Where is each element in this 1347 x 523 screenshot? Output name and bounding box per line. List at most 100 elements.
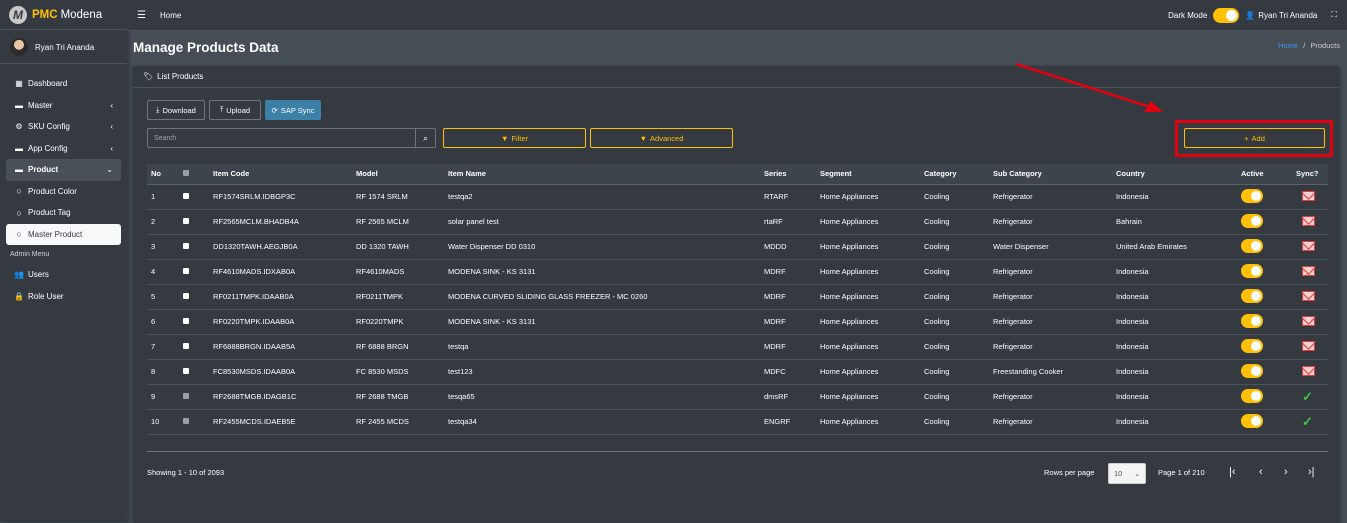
table-row[interactable]: 9 RF2688TMGB.IDAGB1C RF 2688 TMGB tesqa65 dm… (147, 384, 1328, 410)
col-segment[interactable]: Segment (816, 164, 920, 185)
cell-sync[interactable] (1292, 259, 1328, 285)
cell-active[interactable] (1237, 334, 1292, 360)
prev-page-icon[interactable]: ‹ (1259, 466, 1263, 478)
active-toggle[interactable] (1241, 313, 1263, 328)
row-checkbox[interactable] (183, 293, 189, 299)
cell-sync[interactable]: ✓ (1292, 384, 1328, 410)
table-row[interactable]: 6 RF0220TMPK.IDAAB0A RF0220TMPK MODENA SINK… (147, 309, 1328, 335)
sidebar-item-master[interactable]: ▬ Master ‹ (6, 95, 121, 117)
fullscreen-icon[interactable]: ⛶ (1331, 10, 1337, 20)
table-row[interactable]: 4 RF4610MADS.IDXAB0A RF4610MADS MODENA SINK… (147, 259, 1328, 285)
row-checkbox[interactable] (183, 218, 189, 224)
cell-sync[interactable] (1292, 184, 1328, 210)
table-row[interactable]: 8 FC8530MSDS.IDAAB0A FC 8530 MSDS test123 MD… (147, 359, 1328, 385)
cell-sync[interactable]: ✓ (1292, 409, 1328, 435)
cell-active[interactable] (1237, 409, 1292, 435)
sidebar-item-product-color[interactable]: ○ Product Color (6, 181, 121, 203)
cell-select[interactable] (179, 384, 209, 410)
download-button[interactable]: ⤓ Download (147, 100, 205, 120)
cell-active[interactable] (1237, 184, 1292, 210)
cell-select[interactable] (179, 234, 209, 260)
menu-toggle-icon[interactable]: ☰ (137, 10, 146, 21)
cell-select[interactable] (179, 284, 209, 310)
envelope-icon[interactable] (1302, 340, 1315, 351)
col-item-name[interactable]: Item Name (444, 164, 760, 185)
col-sub-category[interactable]: Sub Category (989, 164, 1112, 185)
search-icon[interactable]: ⌕ (415, 129, 435, 147)
col-category[interactable]: Category (920, 164, 989, 185)
breadcrumb-home[interactable]: Home (1278, 41, 1298, 50)
cell-active[interactable] (1237, 309, 1292, 335)
add-button[interactable]: + Add (1184, 128, 1325, 148)
sidebar-item-master-product[interactable]: ○ Master Product (6, 223, 121, 245)
row-checkbox[interactable] (183, 268, 189, 274)
cell-active[interactable] (1237, 259, 1292, 285)
table-row[interactable]: 7 RF6888BRGN.IDAAB5A RF 6888 BRGN testqa MDR… (147, 334, 1328, 360)
search-input[interactable]: Search ⌕ (147, 128, 436, 148)
cell-active[interactable] (1237, 234, 1292, 260)
row-checkbox[interactable] (183, 368, 189, 374)
cell-select[interactable] (179, 309, 209, 335)
col-series[interactable]: Series (760, 164, 816, 185)
filter-button[interactable]: ▼ Filter (443, 128, 586, 148)
col-model[interactable]: Model (352, 164, 444, 185)
first-page-icon[interactable]: |‹ (1229, 466, 1236, 478)
envelope-icon[interactable] (1302, 365, 1315, 376)
active-toggle[interactable] (1241, 263, 1263, 278)
sap-sync-button[interactable]: ⟳ SAP Sync (265, 100, 321, 120)
topbar-user-name[interactable]: Ryan Tri Ananda (1258, 11, 1317, 20)
active-toggle[interactable] (1241, 288, 1263, 303)
cell-sync[interactable] (1292, 234, 1328, 260)
active-toggle[interactable] (1241, 338, 1263, 353)
cell-sync[interactable] (1292, 334, 1328, 360)
cell-select[interactable] (179, 409, 209, 435)
cell-select[interactable] (179, 184, 209, 210)
next-page-icon[interactable]: › (1284, 466, 1288, 478)
table-row[interactable]: 5 RF0211TMPK.IDAAB0A RF0211TMPK MODENA CURV… (147, 284, 1328, 310)
row-checkbox[interactable] (183, 418, 189, 424)
cell-sync[interactable] (1292, 309, 1328, 335)
cell-active[interactable] (1237, 284, 1292, 310)
user-panel[interactable]: Ryan Tri Ananda (0, 31, 127, 64)
table-row[interactable]: 3 DD1320TAWH.AEGJB0A DD 1320 TAWH Water Dis… (147, 234, 1328, 260)
row-checkbox[interactable] (183, 193, 189, 199)
upload-button[interactable]: ⤒ Upload (209, 100, 261, 120)
table-row[interactable]: 1 RF1574SRLM.IDBGP3C RF 1574 SRLM testqa2 RT… (147, 184, 1328, 210)
cell-sync[interactable] (1292, 284, 1328, 310)
advanced-filter-button[interactable]: ▼ Advanced (590, 128, 733, 148)
topbar-home-link[interactable]: Home (160, 11, 181, 20)
row-checkbox[interactable] (183, 343, 189, 349)
cell-active[interactable] (1237, 209, 1292, 235)
sidebar-item-product-tag[interactable]: ○ Product Tag (6, 202, 121, 224)
cell-select[interactable] (179, 359, 209, 385)
active-toggle[interactable] (1241, 188, 1263, 203)
cell-active[interactable] (1237, 359, 1292, 385)
col-sync[interactable]: Sync? (1292, 164, 1328, 185)
row-checkbox[interactable] (183, 243, 189, 249)
dark-mode-toggle[interactable] (1213, 7, 1240, 23)
sidebar-item-role-user[interactable]: 🔒 Role User (6, 286, 121, 308)
active-toggle[interactable] (1241, 388, 1263, 403)
cell-select[interactable] (179, 334, 209, 360)
table-row[interactable]: 2 RF2565MCLM.BHADB4A RF 2565 MCLM solar pan… (147, 209, 1328, 235)
envelope-icon[interactable] (1302, 290, 1315, 301)
sidebar-item-product[interactable]: ▬ Product ⌄ (6, 159, 121, 181)
rows-per-page-select[interactable]: 10 ⌄ (1108, 463, 1146, 484)
sidebar-item-app-config[interactable]: ▬ App Config ‹ (6, 138, 121, 160)
row-checkbox[interactable] (183, 393, 189, 399)
cell-select[interactable] (179, 259, 209, 285)
cell-select[interactable] (179, 209, 209, 235)
col-item-code[interactable]: Item Code (209, 164, 352, 185)
sidebar-item-users[interactable]: 👥 Users (6, 264, 121, 286)
table-row[interactable]: 10 RF2455MCDS.IDAEB5E RF 2455 MCDS testqa34… (147, 409, 1328, 435)
envelope-icon[interactable] (1302, 315, 1315, 326)
active-toggle[interactable] (1241, 213, 1263, 228)
envelope-icon[interactable] (1302, 240, 1315, 251)
envelope-icon[interactable] (1302, 215, 1315, 226)
row-checkbox[interactable] (183, 318, 189, 324)
envelope-icon[interactable] (1302, 190, 1315, 201)
check-icon[interactable]: ✓ (1302, 414, 1313, 429)
select-all-checkbox[interactable] (183, 170, 189, 177)
last-page-icon[interactable]: ›| (1308, 466, 1315, 478)
brand[interactable]: M PMC Modena (0, 0, 127, 30)
